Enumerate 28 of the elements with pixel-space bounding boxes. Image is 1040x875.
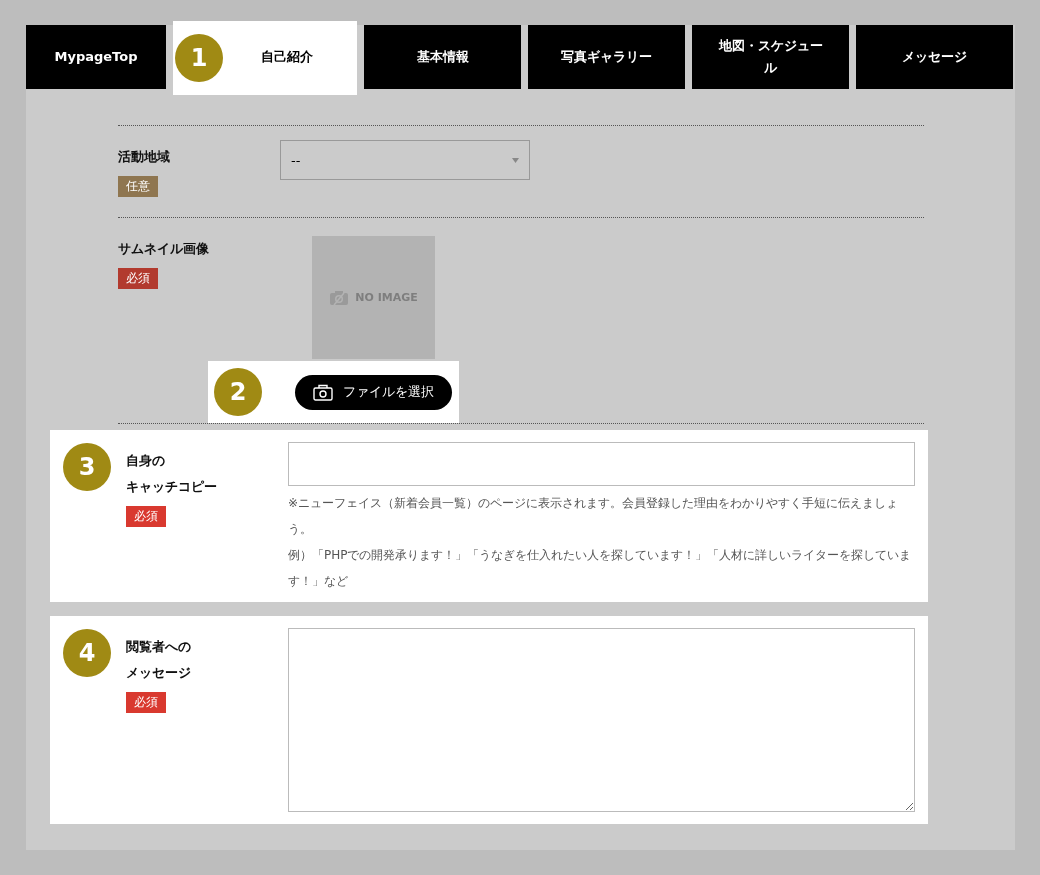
field-label: サムネイル画像 <box>118 240 209 258</box>
nav-tab[interactable]: 基本情報 <box>364 25 521 89</box>
camera-icon <box>313 383 333 401</box>
catchphrase-input[interactable] <box>288 442 915 486</box>
message-textarea[interactable] <box>288 628 915 812</box>
hint-text: 例）「PHPでの開発承ります！」「うなぎを仕入れたい人を探しています！」「人材に詳しいライターを探しています！」など <box>288 547 913 590</box>
caret-icon <box>512 157 519 163</box>
field-label: 活動地域 <box>118 148 170 166</box>
step-number: 2 <box>214 368 262 416</box>
nav-tab[interactable]: 写真ギャラリー <box>528 25 685 89</box>
requirement-tag: 任意 <box>118 176 158 197</box>
field-label: キャッチコピー <box>126 478 217 496</box>
region-select[interactable]: -- <box>280 140 530 180</box>
nav-tab[interactable]: メッセージ <box>856 25 1013 89</box>
field-label: メッセージ <box>126 664 191 682</box>
requirement-tag: 必須 <box>118 268 158 289</box>
camera-icon <box>329 289 350 306</box>
file-select-button[interactable]: ファイルを選択 <box>295 374 452 410</box>
step-number: 4 <box>63 629 111 677</box>
field-label: 自身の <box>126 452 165 470</box>
hint-text: ※ニューフェイス（新着会員一覧）のページに表示されます。会員登録した理由をわかりやすく手短に伝えましょう。 <box>288 495 900 538</box>
step-number: 1 <box>175 34 223 82</box>
field-label: 閲覧者への <box>126 638 191 656</box>
step-number: 3 <box>63 443 111 491</box>
requirement-tag: 必須 <box>126 506 166 527</box>
requirement-tag: 必須 <box>126 692 166 713</box>
nav-tab[interactable]: MypageTop <box>26 25 166 89</box>
nav-tab[interactable]: 地図・スケジュール <box>692 25 849 89</box>
